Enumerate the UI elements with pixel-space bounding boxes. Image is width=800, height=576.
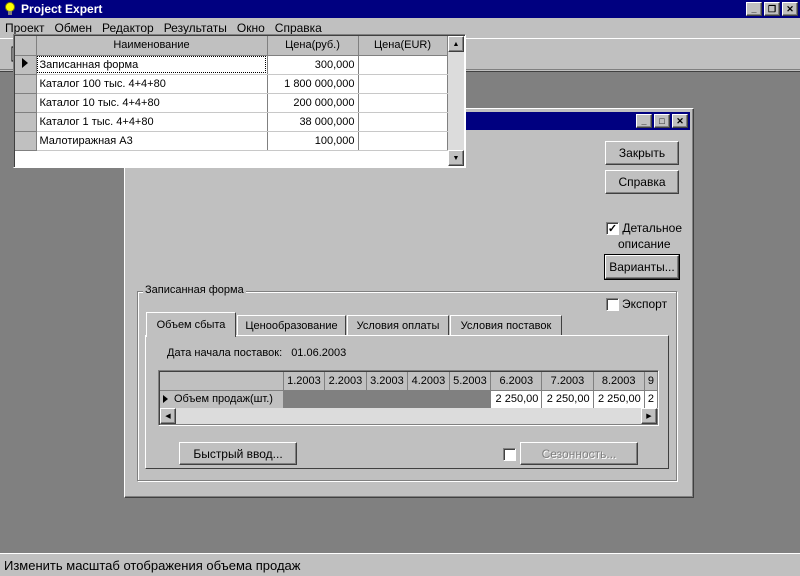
child-maximize-button[interactable]: □ <box>654 114 670 128</box>
sales-cell[interactable] <box>449 390 492 409</box>
scroll-right-icon[interactable]: ▶ <box>641 408 657 424</box>
menu-window[interactable]: Окно <box>232 21 270 35</box>
child-close-button[interactable]: ✕ <box>672 114 688 128</box>
export-option[interactable]: Экспорт <box>606 297 667 311</box>
scroll-down-icon[interactable]: ▼ <box>448 150 464 166</box>
menu-exchange[interactable]: Обмен <box>50 21 98 35</box>
app-title-bar[interactable]: Project Expert _ ❐ ✕ <box>0 0 800 18</box>
tab-pricing[interactable]: Ценообразование <box>237 315 346 336</box>
row-indicator <box>15 74 37 94</box>
detail-description-checkbox[interactable]: ✓ <box>606 222 619 236</box>
product-name-cell[interactable]: Записанная форма <box>36 55 268 75</box>
child-minimize-button[interactable]: _ <box>636 114 652 128</box>
table-row[interactable]: Каталог 10 тыс. 4+4+80 200 000,000 <box>15 93 448 113</box>
table-row[interactable]: Малотиражная А3 100,000 <box>15 131 448 151</box>
product-name-cell[interactable]: Каталог 1 тыс. 4+4+80 <box>36 112 268 132</box>
price-rub-cell[interactable]: 1 800 000,000 <box>267 74 359 94</box>
minimize-button[interactable]: _ <box>746 2 762 16</box>
tab-delivery-terms[interactable]: Условия поставок <box>450 315 562 336</box>
month-header[interactable]: 1.2003 <box>283 372 326 391</box>
sales-cell[interactable] <box>407 390 450 409</box>
month-header[interactable]: 3.2003 <box>366 372 409 391</box>
column-header-price-eur[interactable]: Цена(EUR) <box>358 36 448 56</box>
sales-row-header: Объем продаж(шт.) <box>160 390 284 409</box>
close-button[interactable]: ✕ <box>782 2 798 16</box>
sales-horizontal-scrollbar[interactable]: ◀ ▶ <box>160 408 657 424</box>
detail-description-label-2: описание <box>618 237 671 251</box>
product-name-cell[interactable]: Каталог 100 тыс. 4+4+80 <box>36 74 268 94</box>
sales-volume-grid[interactable]: 1.2003 2.2003 3.2003 4.2003 5.2003 6.200… <box>158 370 659 426</box>
price-rub-cell[interactable]: 300,000 <box>267 55 359 75</box>
current-row-arrow-icon <box>163 395 168 404</box>
start-date-row: Дата начала поставок: 01.06.2003 <box>167 347 346 359</box>
row-indicator <box>15 55 37 75</box>
sales-cell[interactable]: 2 250,00 <box>593 390 645 409</box>
price-eur-cell[interactable] <box>358 74 448 94</box>
menu-editor[interactable]: Редактор <box>97 21 159 35</box>
app-title: Project Expert <box>21 2 103 16</box>
column-header-price-rub[interactable]: Цена(руб.) <box>267 36 359 56</box>
sales-cell[interactable]: 2 250,00 <box>541 390 594 409</box>
scroll-up-icon[interactable]: ▲ <box>448 36 464 52</box>
detail-description-label-1: Детальное <box>622 221 683 235</box>
scroll-left-icon[interactable]: ◀ <box>160 408 176 424</box>
sales-cell[interactable] <box>283 390 326 409</box>
seasonality-button[interactable]: Сезонность... <box>520 442 638 465</box>
month-header[interactable]: 4.2003 <box>407 372 450 391</box>
price-eur-cell[interactable] <box>358 131 448 151</box>
start-date-label: Дата начала поставок: <box>167 347 283 359</box>
month-header[interactable]: 5.2003 <box>449 372 492 391</box>
lightbulb-icon <box>2 1 18 17</box>
current-row-arrow-icon <box>22 58 29 68</box>
table-row[interactable]: Каталог 100 тыс. 4+4+80 1 800 000,000 <box>15 74 448 94</box>
price-eur-cell[interactable] <box>358 112 448 132</box>
price-rub-cell[interactable]: 38 000,000 <box>267 112 359 132</box>
export-label: Экспорт <box>622 297 668 311</box>
seasonality-checkbox[interactable] <box>503 448 516 461</box>
price-eur-cell[interactable] <box>358 93 448 113</box>
sales-row-label: Объем продаж(шт.) <box>174 393 273 405</box>
products-vertical-scrollbar[interactable]: ▲ ▼ <box>448 36 464 166</box>
month-header[interactable]: 8.2003 <box>593 372 645 391</box>
detail-description-option[interactable]: ✓ Детальное описание <box>606 220 682 252</box>
menu-project[interactable]: Проект <box>0 21 50 35</box>
row-indicator <box>15 93 37 113</box>
price-rub-cell[interactable]: 200 000,000 <box>267 93 359 113</box>
price-rub-cell[interactable]: 100,000 <box>267 131 359 151</box>
help-button[interactable]: Справка <box>605 170 679 194</box>
restore-button[interactable]: ❐ <box>764 2 780 16</box>
row-indicator <box>15 112 37 132</box>
row-indicator <box>15 131 37 151</box>
table-row[interactable]: Каталог 1 тыс. 4+4+80 38 000,000 <box>15 112 448 132</box>
table-row[interactable]: Записанная форма 300,000 <box>15 55 448 75</box>
group-title: Записанная форма <box>143 284 246 296</box>
tab-sales-volume[interactable]: Объем сбыта <box>146 312 236 337</box>
quick-input-button[interactable]: Быстрый ввод... <box>179 442 297 465</box>
menu-results[interactable]: Результаты <box>159 21 232 35</box>
month-header[interactable]: 2.2003 <box>324 372 367 391</box>
price-eur-cell[interactable] <box>358 55 448 75</box>
grid-corner <box>15 36 37 56</box>
close-dialog-button[interactable]: Закрыть <box>605 141 679 165</box>
sales-grid-corner <box>160 372 284 391</box>
table-row[interactable]: Объем продаж(шт.) 2 250,00 2 250,00 2 25… <box>160 390 658 409</box>
menu-help[interactable]: Справка <box>270 21 327 35</box>
product-name-cell[interactable]: Малотиражная А3 <box>36 131 268 151</box>
month-header[interactable]: 6.2003 <box>490 372 543 391</box>
sales-cell[interactable] <box>324 390 367 409</box>
product-name-cell[interactable]: Каталог 10 тыс. 4+4+80 <box>36 93 268 113</box>
column-header-name[interactable]: Наименование <box>36 36 268 56</box>
sales-cell[interactable]: 2 <box>644 390 658 409</box>
month-header[interactable]: 9 <box>644 372 658 391</box>
status-bar: Изменить масштаб отображения объема прод… <box>0 553 800 576</box>
variants-button[interactable]: Варианты... <box>604 254 680 280</box>
start-date-value: 01.06.2003 <box>291 347 347 359</box>
month-header[interactable]: 7.2003 <box>541 372 594 391</box>
sales-cell[interactable]: 2 250,00 <box>490 390 543 409</box>
sales-cell[interactable] <box>366 390 409 409</box>
tab-payment-terms[interactable]: Условия оплаты <box>347 315 449 336</box>
export-checkbox[interactable] <box>606 297 619 311</box>
products-grid[interactable]: Наименование Цена(руб.) Цена(EUR) Записа… <box>13 34 466 168</box>
